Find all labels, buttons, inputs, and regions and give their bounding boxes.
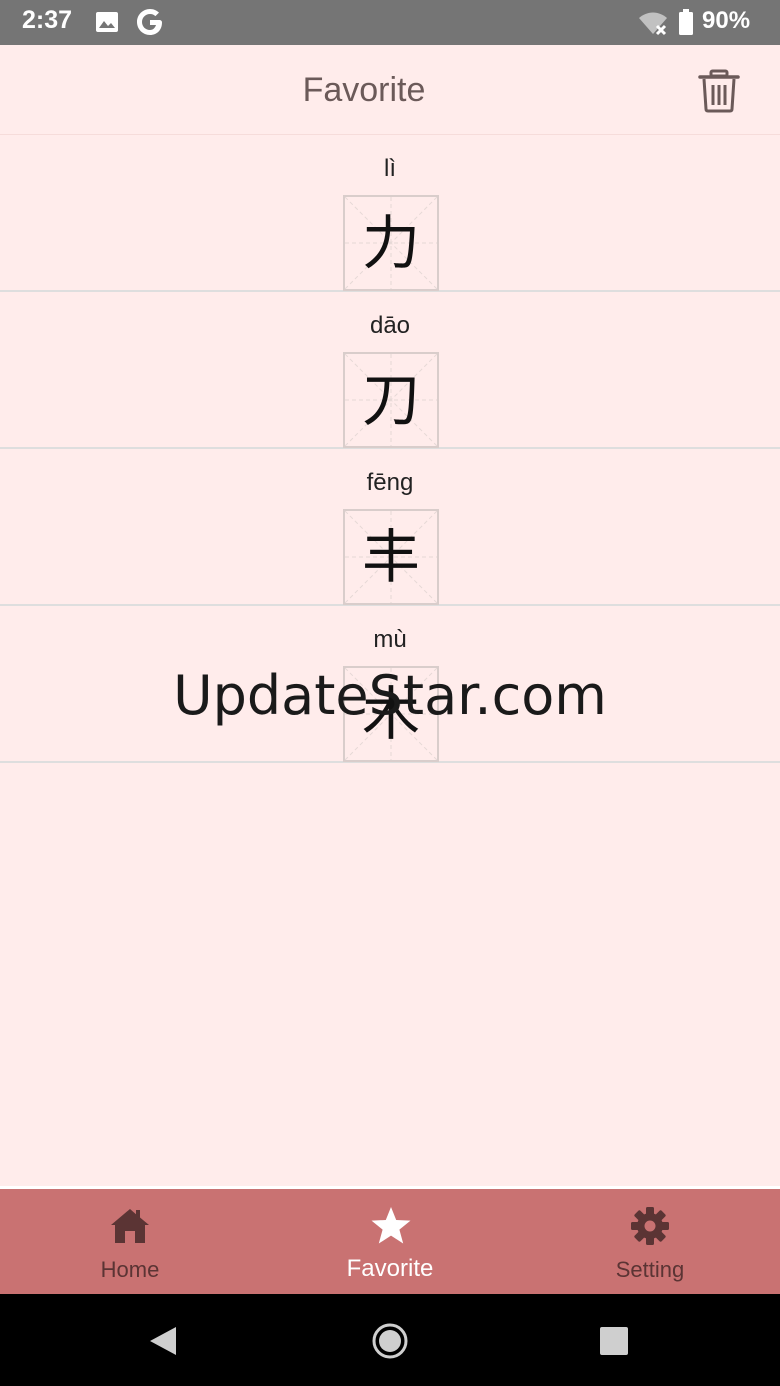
nav-setting-label: Setting — [615, 1257, 685, 1282]
character-grid-box: 丰 — [343, 509, 439, 605]
status-bar: 2:37 90% — [0, 0, 780, 45]
status-time: 2:37 — [22, 6, 73, 34]
pinyin-label: dāo — [369, 312, 411, 339]
hanzi-character: 力 — [361, 209, 420, 277]
system-back-button[interactable] — [148, 1325, 178, 1361]
nav-favorite[interactable]: Favorite — [260, 1189, 520, 1294]
hanzi-character: 木 — [361, 680, 420, 748]
pinyin-label: fēng — [366, 469, 414, 496]
bottom-navigation: Home Favorite Setting — [0, 1186, 780, 1294]
list-item[interactable]: mù 木 — [0, 606, 780, 763]
delete-all-button[interactable] — [697, 69, 741, 113]
wifi-off-icon — [638, 10, 668, 40]
star-icon — [371, 1207, 411, 1244]
google-icon — [136, 7, 164, 41]
character-grid-box: 刀 — [343, 352, 439, 448]
nav-home[interactable]: Home — [0, 1189, 260, 1294]
character-grid-box: 力 — [343, 195, 439, 291]
list-item[interactable]: dāo 刀 — [0, 292, 780, 449]
nav-favorite-label: Favorite — [346, 1255, 434, 1282]
battery-percentage: 90% — [702, 7, 751, 34]
image-icon — [96, 12, 118, 36]
trash-icon — [698, 69, 740, 113]
back-icon — [150, 1327, 176, 1355]
battery-icon — [678, 9, 694, 39]
nav-home-label: Home — [100, 1257, 160, 1282]
system-home-button[interactable] — [372, 1323, 408, 1363]
list-item[interactable]: fēng 丰 — [0, 449, 780, 606]
nav-setting[interactable]: Setting — [520, 1189, 780, 1294]
gear-icon — [631, 1207, 669, 1245]
app-bar: Favorite — [0, 45, 780, 135]
pinyin-label: lì — [384, 155, 396, 182]
pinyin-label: mù — [373, 626, 407, 653]
favorites-list: lì 力 dāo 刀 fēng 丰 mù 木 — [0, 135, 780, 763]
home-icon — [111, 1209, 149, 1243]
system-recents-button[interactable] — [599, 1326, 629, 1360]
home-circle-icon — [372, 1323, 408, 1359]
recents-icon — [600, 1327, 628, 1355]
character-grid-box: 木 — [343, 666, 439, 762]
hanzi-character: 丰 — [361, 523, 420, 591]
system-navigation-bar — [0, 1294, 780, 1386]
list-item[interactable]: lì 力 — [0, 135, 780, 292]
hanzi-character: 刀 — [361, 366, 420, 434]
page-title: Favorite — [302, 71, 426, 109]
